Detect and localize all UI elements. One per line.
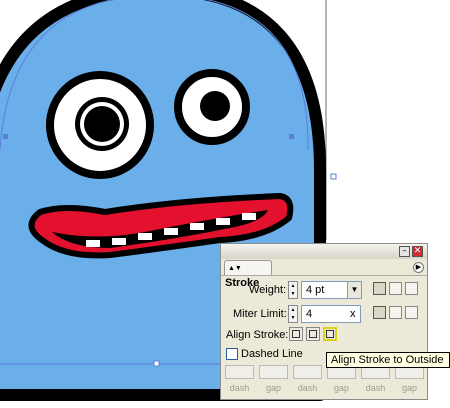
palette-menu-icon[interactable]: ▶ <box>413 262 424 273</box>
close-icon[interactable]: ✕ <box>412 246 423 257</box>
dash-label-3: dash <box>365 383 386 393</box>
tooth <box>164 228 178 235</box>
palette-tab-row: ▲▼Stroke ▶ <box>221 260 427 289</box>
projecting-cap-icon[interactable] <box>405 282 418 295</box>
anchor-point-handle[interactable] <box>3 134 8 139</box>
tooltip: Align Stroke to Outside <box>326 352 450 368</box>
tab-options-arrows-icon[interactable]: ▲▼ <box>228 262 242 276</box>
tooth <box>242 213 256 220</box>
tab-stroke[interactable]: ▲▼Stroke <box>224 260 272 289</box>
gap-field-1[interactable] <box>259 365 288 379</box>
dash-label-1: dash <box>229 383 250 393</box>
miter-limit-label: Miter Limit: <box>233 308 287 320</box>
bevel-join-icon[interactable] <box>405 306 418 319</box>
butt-cap-icon[interactable] <box>373 282 386 295</box>
align-inside-inner-icon <box>309 330 317 338</box>
gap-label-3: gap <box>401 383 418 393</box>
dashed-line-checkbox[interactable] <box>226 348 238 360</box>
stroke-palette: – ✕ ▲▼Stroke ▶ Weight: ▲ ▼ 4 pt ▼ Miter L… <box>220 243 428 400</box>
round-join-icon[interactable] <box>389 306 402 319</box>
dash-field-2[interactable] <box>293 365 322 379</box>
left-eye-pupil <box>84 106 120 142</box>
miter-join-icon[interactable] <box>373 306 386 319</box>
align-center-icon[interactable] <box>289 327 303 341</box>
minimize-icon[interactable]: – <box>399 246 410 257</box>
bounding-box-handle[interactable] <box>330 173 337 180</box>
tooth <box>138 233 152 240</box>
weight-stepper[interactable]: ▲ ▼ <box>288 281 298 299</box>
tooth <box>112 238 126 245</box>
dash-field-1[interactable] <box>225 365 254 379</box>
right-eye-pupil <box>200 91 230 121</box>
round-cap-icon[interactable] <box>389 282 402 295</box>
tooth <box>190 223 204 230</box>
tooth <box>216 218 230 225</box>
align-center-inner-icon <box>292 330 300 338</box>
weight-label: Weight: <box>249 284 287 296</box>
dash-label-2: dash <box>297 383 318 393</box>
align-outside-inner-icon <box>326 330 334 338</box>
align-outside-icon[interactable] <box>323 327 337 341</box>
anchor-point-handle[interactable] <box>289 134 294 139</box>
bounding-box-handle[interactable] <box>153 360 160 367</box>
miter-unit-label: x <box>350 308 356 320</box>
weight-dropdown-icon[interactable]: ▼ <box>347 281 362 299</box>
palette-titlebar[interactable]: – ✕ <box>221 244 427 259</box>
align-inside-icon[interactable] <box>306 327 320 341</box>
tooth <box>86 240 100 247</box>
dashed-line-label: Dashed Line <box>241 348 303 360</box>
align-stroke-label: Align Stroke: <box>226 329 289 341</box>
gap-label-2: gap <box>333 383 350 393</box>
gap-label-1: gap <box>265 383 282 393</box>
miter-limit-stepper[interactable]: ▲ ▼ <box>288 305 298 323</box>
